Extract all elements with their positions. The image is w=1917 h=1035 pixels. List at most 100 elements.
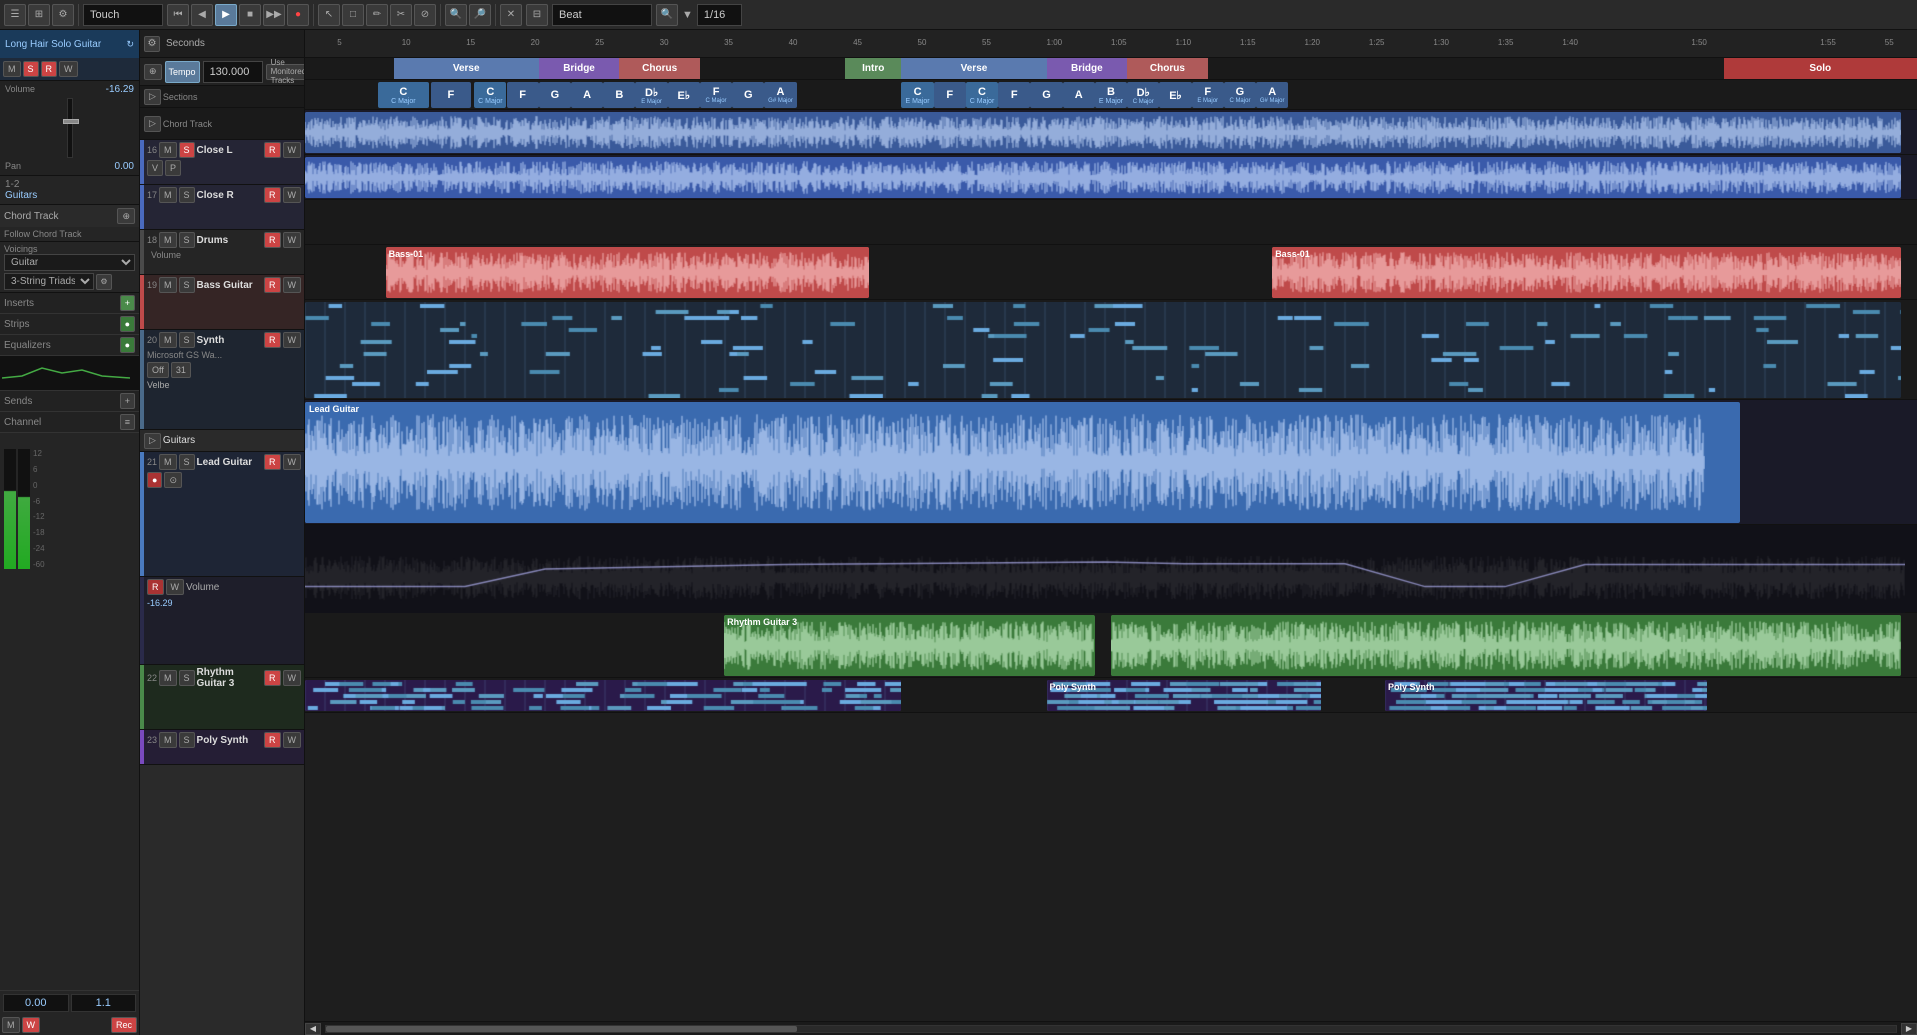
volume-fader[interactable] [67, 98, 73, 158]
section-chorus-2[interactable]: Chorus [1127, 58, 1208, 79]
write-btn[interactable]: W [59, 61, 78, 77]
section-bridge-2[interactable]: Bridge [1047, 58, 1128, 79]
tempo-track-icon[interactable]: ⊕ [144, 64, 162, 80]
vol-auto-rec-btn[interactable]: R [147, 579, 164, 595]
chord-G2[interactable]: G [732, 82, 764, 108]
write-22[interactable]: W [283, 670, 302, 686]
write-18[interactable]: W [283, 232, 302, 248]
eq-toggle-btn[interactable]: ● [120, 337, 135, 353]
chord-C4[interactable]: C C Major [966, 82, 998, 108]
section-chorus-1[interactable]: Chorus [619, 58, 700, 79]
scroll-left-btn[interactable]: ◀ [305, 1023, 321, 1035]
section-intro[interactable]: Intro [845, 58, 901, 79]
mute-19[interactable]: M [159, 277, 177, 293]
region-rhythm-guitar-2[interactable] [1111, 615, 1901, 676]
read-20[interactable]: R [264, 332, 281, 348]
w-transport-btn[interactable]: W [22, 1017, 41, 1033]
chord-track-btn[interactable]: ⊕ [117, 208, 135, 224]
chord-A2[interactable]: A G# Major [764, 82, 796, 108]
read-16[interactable]: R [264, 142, 281, 158]
chord-B2[interactable]: B E Major [1095, 82, 1127, 108]
draw-tool[interactable]: ✏ [366, 4, 388, 26]
region-bass-2[interactable]: Bass-01 [1272, 247, 1901, 298]
grid-btn[interactable]: ⊞ [28, 4, 50, 26]
region-volume-auto[interactable] [305, 525, 1917, 613]
chord-Eb2[interactable]: E♭ [1159, 82, 1191, 108]
scroll-right-btn[interactable]: ▶ [1901, 1023, 1917, 1035]
section-verse-2[interactable]: Verse [901, 58, 1046, 79]
region-poly-synth-1[interactable] [305, 680, 901, 711]
tempo-label-btn[interactable]: Tempo [165, 61, 200, 83]
lg-mon-btn[interactable]: ⊙ [164, 472, 182, 488]
record-btn[interactable]: ● [287, 4, 309, 26]
chord-track-expand-btn[interactable]: ▷ [144, 116, 161, 132]
solo-16[interactable]: S [179, 142, 195, 158]
write-23[interactable]: W [283, 732, 302, 748]
chord-F1[interactable]: F [431, 82, 471, 108]
write-16[interactable]: W [283, 142, 302, 158]
mute-22[interactable]: M [159, 670, 177, 686]
read-21[interactable]: R [264, 454, 281, 470]
chord-Db[interactable]: D♭ E Major [635, 82, 667, 108]
mute-17[interactable]: M [159, 187, 177, 203]
write-20[interactable]: W [283, 332, 302, 348]
read-22[interactable]: R [264, 670, 281, 686]
chord-A4[interactable]: A G# Major [1256, 82, 1288, 108]
grid-lines-btn[interactable]: ⊟ [526, 4, 548, 26]
cut-tool[interactable]: ✂ [390, 4, 412, 26]
strips-section-header[interactable]: Strips ● [0, 314, 139, 335]
region-close-l[interactable] [305, 112, 1901, 153]
rewind-btn[interactable]: ⏮ [167, 4, 189, 26]
lg-rec-btn[interactable]: ● [147, 472, 162, 488]
solo-20[interactable]: S [179, 332, 195, 348]
chord-F2[interactable]: F [507, 82, 539, 108]
chord-F6[interactable]: F E Major [1192, 82, 1224, 108]
chord-F3[interactable]: F C Major [700, 82, 732, 108]
mute-20[interactable]: M [159, 332, 177, 348]
prev-btn[interactable]: ◀ [191, 4, 213, 26]
menu-btn[interactable]: ☰ [4, 4, 26, 26]
search-btn[interactable]: 🔍 [656, 4, 678, 26]
synth-ch-btn[interactable]: 31 [171, 362, 191, 378]
play-btn[interactable]: ▶ [215, 4, 237, 26]
sends-section-header[interactable]: Sends + [0, 391, 139, 412]
zoom-out-btn[interactable]: 🔎 [469, 4, 491, 26]
section-bridge-1[interactable]: Bridge [539, 58, 620, 79]
mute-btn[interactable]: M [3, 61, 21, 77]
track-16-pan[interactable]: P [165, 160, 181, 176]
synth-off-btn[interactable]: Off [147, 362, 169, 378]
zoom-in-btn[interactable]: 🔍 [445, 4, 467, 26]
volume-fader-thumb[interactable] [63, 119, 79, 124]
rec-btn[interactable]: Rec [111, 1017, 137, 1033]
section-solo[interactable]: Solo [1724, 58, 1917, 79]
region-poly-synth-2[interactable]: Poly Synth [1047, 680, 1321, 711]
read-19[interactable]: R [264, 277, 281, 293]
chord-G[interactable]: G [539, 82, 571, 108]
solo-22[interactable]: S [179, 670, 195, 686]
sections-expand-btn[interactable]: ▷ [144, 89, 161, 105]
chord-A[interactable]: A [571, 82, 603, 108]
strips-toggle-btn[interactable]: ● [120, 316, 135, 332]
chord-A3[interactable]: A [1063, 82, 1095, 108]
region-bass-1[interactable]: Bass-01 [386, 247, 870, 298]
chord-F5[interactable]: F [998, 82, 1030, 108]
horizontal-scroll-thumb[interactable] [326, 1026, 797, 1032]
erase-tool[interactable]: ⊘ [414, 4, 436, 26]
cursor-tool[interactable]: ↖ [318, 4, 340, 26]
chord-G4[interactable]: G C Major [1224, 82, 1256, 108]
settings-btn[interactable]: ⚙ [52, 4, 74, 26]
chord-settings-btn[interactable]: ⚙ [96, 274, 112, 290]
chord-F4[interactable]: F [934, 82, 966, 108]
chord-C3[interactable]: C E Major [901, 82, 933, 108]
channel-section-header[interactable]: Channel ≡ [0, 412, 139, 433]
horizontal-scroll-track[interactable] [325, 1025, 1897, 1033]
channel-btn[interactable]: ≡ [120, 414, 135, 430]
region-close-r[interactable] [305, 157, 1901, 198]
x-btn[interactable]: ✕ [500, 4, 522, 26]
read-23[interactable]: R [264, 732, 281, 748]
region-rhythm-guitar-1[interactable]: Rhythm Guitar 3 [724, 615, 1095, 676]
use-monitored-btn[interactable]: Use Monitored Tracks [266, 64, 305, 80]
forward-btn[interactable]: ▶▶ [263, 4, 285, 26]
track-header-settings[interactable]: ⚙ [144, 36, 160, 52]
voicing-type-select[interactable]: Guitar [4, 254, 135, 271]
